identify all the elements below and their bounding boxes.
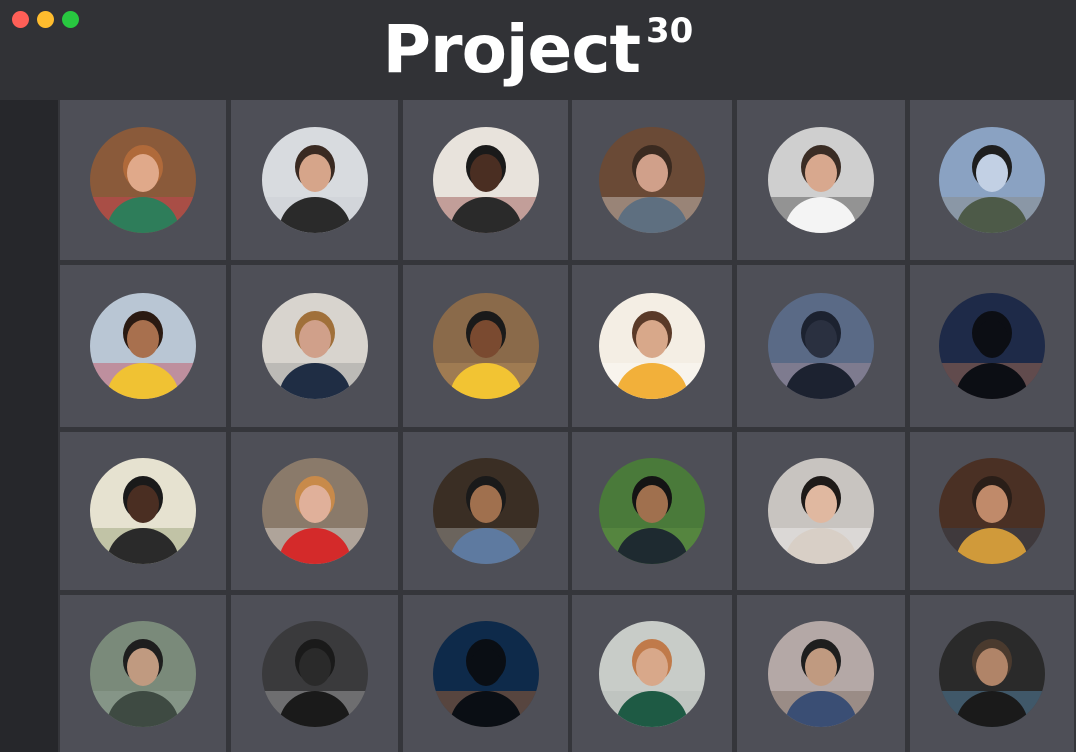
avatar-man-glasses[interactable]	[768, 127, 874, 233]
avatar-man-sitting-dusk[interactable]	[768, 621, 874, 727]
avatar-silhouette-sunset[interactable]	[433, 621, 539, 727]
app-title: Project 30	[0, 10, 1076, 101]
sidebar	[0, 100, 58, 752]
avatar-woman-red-blazer[interactable]	[262, 458, 368, 564]
grid-cell[interactable]	[572, 100, 732, 260]
avatar-boy-yellow-shirt[interactable]	[433, 293, 539, 399]
avatar-man-hood-beard[interactable]	[939, 621, 1045, 727]
grid-cell[interactable]	[737, 432, 905, 590]
avatar-boy-smiling[interactable]	[599, 458, 705, 564]
grid-cell[interactable]	[231, 432, 398, 590]
grid-cell[interactable]	[572, 265, 732, 427]
grid-cell[interactable]	[737, 100, 905, 260]
avatar-man-sitting-stairs[interactable]	[262, 293, 368, 399]
grid-cell[interactable]	[737, 265, 905, 427]
grid-cell[interactable]	[231, 100, 398, 260]
avatar-man-reading-library[interactable]	[599, 127, 705, 233]
grid-cell[interactable]	[572, 595, 732, 752]
grid-cell[interactable]	[910, 265, 1074, 427]
grid-cell[interactable]	[572, 432, 732, 590]
grid-cell[interactable]	[231, 595, 398, 752]
grid-cell[interactable]	[403, 100, 568, 260]
app-title-text: Project	[382, 11, 641, 88]
avatar-man-window[interactable]	[90, 458, 196, 564]
avatar-man-mustard-jacket[interactable]	[939, 458, 1045, 564]
grid-cell[interactable]	[60, 432, 226, 590]
avatar-woman-laptop[interactable]	[262, 127, 368, 233]
grid-cell[interactable]	[910, 432, 1074, 590]
avatar-woman-yellow-top[interactable]	[90, 293, 196, 399]
avatar-figure-corridor[interactable]	[262, 621, 368, 727]
avatar-man-headphones-writing[interactable]	[433, 127, 539, 233]
grid-cell[interactable]	[403, 432, 568, 590]
grid-cell[interactable]	[231, 265, 398, 427]
app-title-superscript: 30	[646, 11, 694, 51]
avatar-hiker-mountains[interactable]	[939, 127, 1045, 233]
grid-cell[interactable]	[910, 595, 1074, 752]
title-bar: Project 30	[0, 0, 1076, 100]
avatar-grid	[58, 100, 1076, 752]
avatar-man-back-view[interactable]	[90, 621, 196, 727]
avatar-woman-green-coat[interactable]	[599, 621, 705, 727]
grid-cell[interactable]	[60, 100, 226, 260]
avatar-girl-studying[interactable]	[599, 293, 705, 399]
avatar-man-earphones[interactable]	[768, 458, 874, 564]
avatar-man-laptop-chair[interactable]	[433, 458, 539, 564]
grid-cell[interactable]	[403, 265, 568, 427]
grid-cell[interactable]	[910, 100, 1074, 260]
avatar-silhouette-lake[interactable]	[768, 293, 874, 399]
grid-cell[interactable]	[403, 595, 568, 752]
grid-cell[interactable]	[60, 265, 226, 427]
avatar-silhouette-sparkler[interactable]	[939, 293, 1045, 399]
grid-cell[interactable]	[737, 595, 905, 752]
avatar-woman-red-folder[interactable]	[90, 127, 196, 233]
grid-cell[interactable]	[60, 595, 226, 752]
